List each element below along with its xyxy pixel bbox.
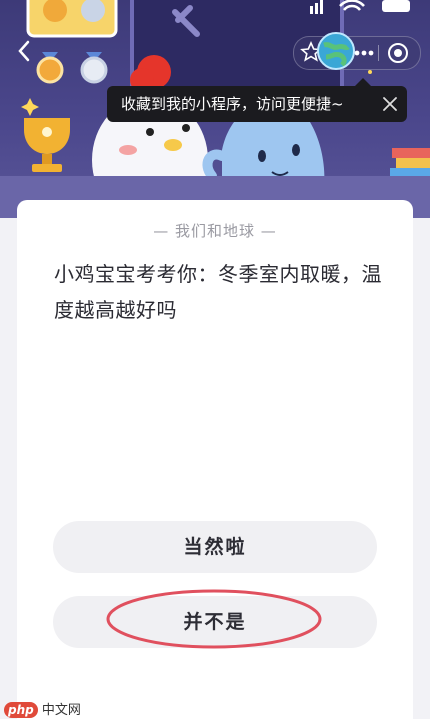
php-logo: php <box>4 702 38 718</box>
more-icon[interactable] <box>352 39 376 67</box>
quiz-question: 小鸡宝宝考考你：冬季室内取暖，温度越高越好吗 <box>54 262 382 322</box>
answer-option-1[interactable]: 当然啦 <box>53 521 377 573</box>
add-to-my-programs-tooltip: 收藏到我的小程序，访问更便捷~ <box>107 78 407 122</box>
mini-program-capsule <box>293 32 421 70</box>
status-bar-icons <box>310 0 410 14</box>
tooltip-text: 收藏到我的小程序，访问更便捷~ <box>121 95 344 113</box>
watermark: php 中文网 <box>4 699 81 718</box>
red-circle-highlight <box>106 589 322 649</box>
chevron-left-icon <box>18 40 30 62</box>
quiz-card: — 我们和地球 — 小鸡宝宝考考你：冬季室内取暖，温度越高越好吗 当然啦 并不是 <box>17 200 413 719</box>
target-icon[interactable] <box>386 41 410 65</box>
capsule-divider <box>378 45 379 61</box>
quiz-subtitle: — 我们和地球 — <box>153 222 277 240</box>
watermark-text: 中文网 <box>41 703 81 718</box>
back-button[interactable] <box>10 36 40 66</box>
close-icon[interactable] <box>383 97 397 111</box>
